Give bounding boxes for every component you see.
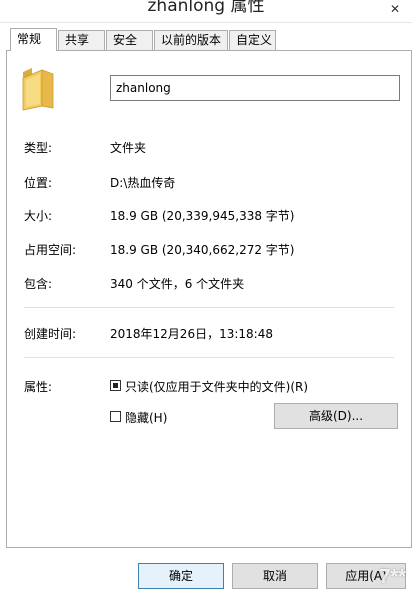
created-label: 创建时间: (24, 327, 77, 341)
folder-name-input[interactable] (110, 75, 400, 101)
contains-label: 包含: (24, 277, 53, 291)
type-label: 类型: (24, 141, 53, 155)
type-value: 文件夹 (110, 141, 147, 155)
size-on-disk-label: 占用空间: (24, 243, 77, 257)
folder-icon (22, 68, 54, 111)
attributes-label: 属性: (24, 380, 53, 394)
general-panel (6, 50, 412, 548)
tab-general[interactable]: 常规 (10, 28, 57, 51)
separator (24, 307, 394, 308)
size-label: 大小: (24, 209, 53, 223)
watermark: 7** (379, 566, 406, 588)
ok-button[interactable]: 确定 (138, 563, 224, 589)
created-value: 2018年12月26日，13:18:48 (110, 327, 273, 341)
size-on-disk-value: 18.9 GB (20,340,662,272 字节) (110, 243, 295, 257)
tab-security[interactable]: 安全 (106, 30, 153, 50)
contains-value: 340 个文件，6 个文件夹 (110, 277, 245, 291)
location-label: 位置: (24, 176, 53, 190)
close-icon[interactable]: ✕ (390, 2, 400, 16)
title-bar: zhanlong 属性 ✕ (0, 0, 412, 23)
location-value: D:\热血传奇 (110, 176, 176, 190)
advanced-button[interactable]: 高级(D)... (274, 403, 398, 429)
hidden-label[interactable]: 隐藏(H) (125, 409, 167, 426)
readonly-label[interactable]: 只读(仅应用于文件夹中的文件)(R) (125, 378, 308, 395)
size-value: 18.9 GB (20,339,945,338 字节) (110, 209, 295, 223)
tab-customize[interactable]: 自定义 (229, 30, 276, 50)
hidden-checkbox[interactable] (110, 411, 121, 422)
separator (24, 357, 394, 358)
tab-sharing[interactable]: 共享 (58, 30, 105, 50)
readonly-checkbox[interactable] (110, 380, 121, 391)
tab-previous-versions[interactable]: 以前的版本 (154, 30, 228, 50)
window-title: zhanlong 属性 (147, 0, 265, 16)
cancel-button[interactable]: 取消 (232, 563, 318, 589)
